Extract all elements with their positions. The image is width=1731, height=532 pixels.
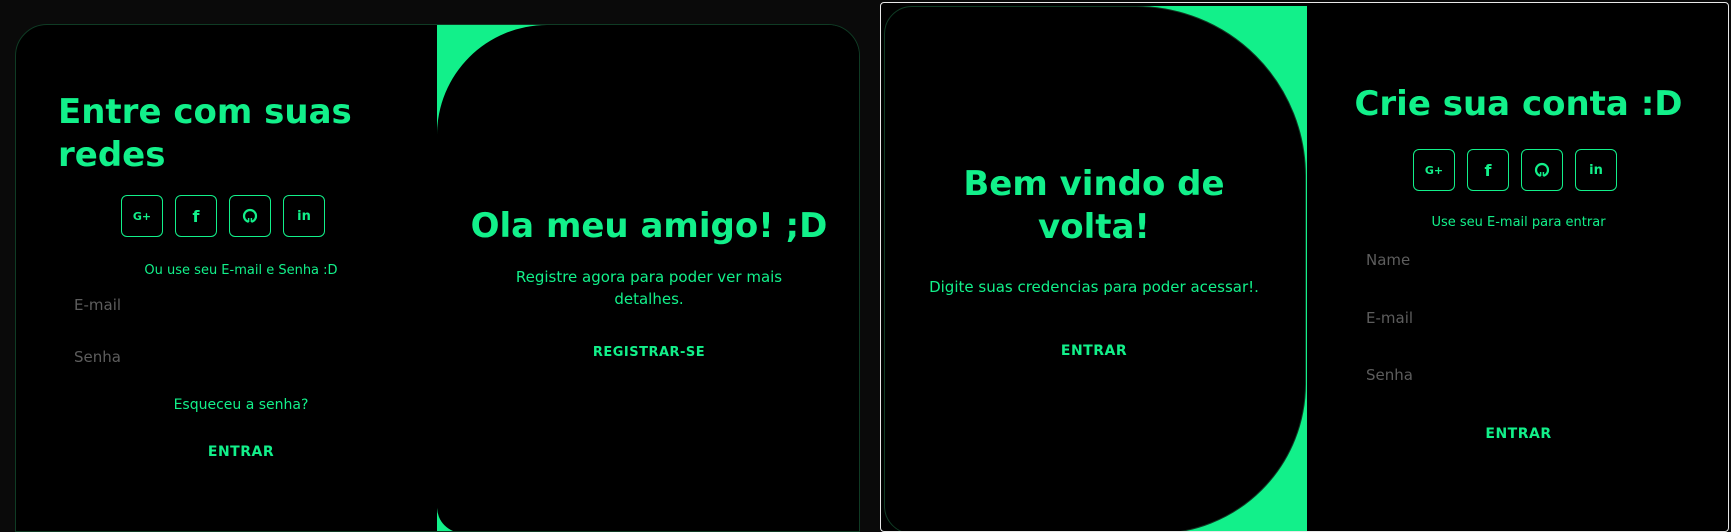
forgot-password-link[interactable]: Esqueceu a senha? xyxy=(76,397,406,413)
signin-hint: Ou use seu E-mail e Senha :D xyxy=(144,263,338,278)
linkedin-icon: in xyxy=(297,208,311,224)
welcome-text: Digite suas credencias para poder acessa… xyxy=(929,278,1259,296)
welcome-title-line1: Bem vindo de xyxy=(963,164,1225,204)
overlay-title: Ola meu amigo! ;D xyxy=(470,206,828,246)
google-plus-icon: G+ xyxy=(132,209,152,223)
linkedin-button[interactable]: in xyxy=(1575,149,1617,191)
google-plus-icon: G+ xyxy=(1424,163,1444,177)
linkedin-button[interactable]: in xyxy=(283,195,325,237)
facebook-icon: f xyxy=(1484,160,1492,180)
email-input[interactable]: E-mail xyxy=(1366,309,1696,333)
password-input[interactable]: Senha xyxy=(1366,366,1696,390)
signup-title: Crie sua conta :D xyxy=(1354,84,1683,124)
overlay-signin-button[interactable]: ENTRAR xyxy=(901,343,1287,359)
overlay-text-line1: Registre agora para poder ver mais xyxy=(515,268,783,286)
signin-title-line1: Entre com suas xyxy=(58,92,352,132)
signin-title: Entre com suas redes xyxy=(58,91,352,176)
facebook-button[interactable]: f xyxy=(1467,149,1509,191)
signup-social-buttons: G+ f in xyxy=(1413,149,1617,191)
google-plus-button[interactable]: G+ xyxy=(1413,149,1455,191)
welcome-back-title: Bem vindo de volta! xyxy=(901,163,1287,248)
signup-submit-button[interactable]: ENTRAR xyxy=(1307,426,1728,442)
signin-social-buttons: G+ f in xyxy=(121,195,325,237)
github-button[interactable] xyxy=(229,195,271,237)
name-input[interactable]: Name xyxy=(1366,251,1696,275)
github-icon xyxy=(1534,162,1550,178)
overlay-text: Registre agora para poder ver mais detal… xyxy=(477,266,821,310)
google-plus-button[interactable]: G+ xyxy=(121,195,163,237)
signup-screen: Bem vindo de volta! Digite suas credenci… xyxy=(880,2,1729,532)
email-input[interactable]: E-mail xyxy=(74,296,404,320)
overlay-panel xyxy=(884,6,1306,531)
welcome-title-line2: volta! xyxy=(1038,206,1150,247)
password-input[interactable]: Senha xyxy=(74,348,404,372)
github-button[interactable] xyxy=(1521,149,1563,191)
signin-screen: Entre com suas redes G+ f in Ou use seu … xyxy=(15,24,860,532)
signin-submit-button[interactable]: ENTRAR xyxy=(76,444,406,460)
linkedin-icon: in xyxy=(1589,162,1603,178)
facebook-icon: f xyxy=(192,206,200,226)
signin-title-line2: redes xyxy=(58,134,166,175)
overlay-text-line2: detalhes. xyxy=(614,290,684,308)
signup-hint: Use seu E-mail para entrar xyxy=(1431,215,1606,230)
facebook-button[interactable]: f xyxy=(175,195,217,237)
register-button[interactable]: REGISTRAR-SE xyxy=(437,345,859,360)
github-icon xyxy=(242,208,258,224)
